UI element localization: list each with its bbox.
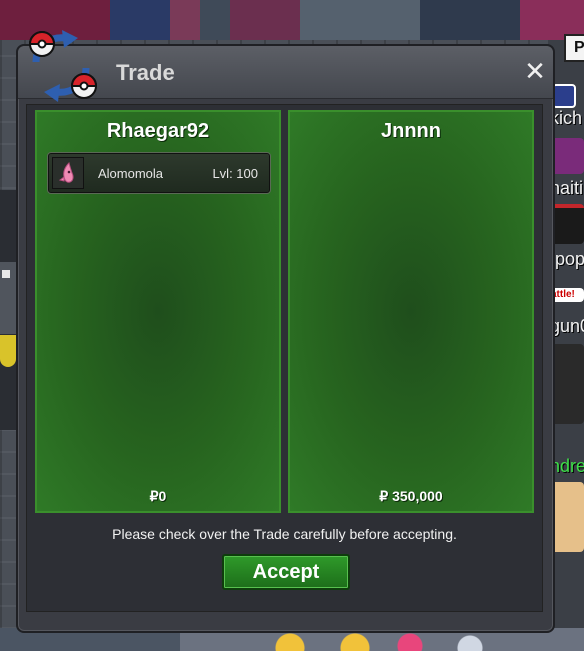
offer-item-slot[interactable]: Alomomola Lvl: 100 — [47, 152, 271, 194]
partner-player-name: Jnnnn — [381, 120, 441, 142]
npc-sprite — [551, 138, 584, 174]
pokeball-icon — [70, 73, 98, 99]
player-name-tag: .pop — [550, 249, 584, 269]
npc-sprite — [551, 482, 584, 552]
accept-button[interactable]: Accept — [222, 554, 350, 590]
battle-tag: attle! — [551, 288, 584, 302]
pokeball-icon — [28, 31, 56, 57]
npc-sprite — [551, 344, 584, 424]
close-icon[interactable]: ✕ — [523, 59, 547, 85]
pokemon-sprite-icon — [52, 157, 84, 189]
player-badge-icon — [552, 84, 576, 108]
trade-content: Rhaegar92 Alomomola Lvl: 100 ₽0 Jnnnn ₽ … — [26, 104, 543, 612]
partner-offer-panel: Jnnnn ₽ 350,000 — [288, 110, 534, 513]
trade-pokeball-arrows-icon — [28, 30, 98, 102]
player-name-tag: naiti — [550, 178, 584, 198]
pokemon-level: Lvl: 100 — [212, 166, 258, 181]
map-marker — [2, 270, 10, 278]
trade-window: Trade ✕ Rhaegar92 Alomomola Lvl: 100 ₽0 … — [16, 44, 555, 633]
alomomola-icon — [58, 162, 74, 183]
own-player-name: Rhaegar92 — [106, 120, 210, 142]
player-name-tag: kich — [550, 108, 583, 128]
player-name-tag: ndre — [550, 456, 584, 476]
trade-notice: Please check over the Trade carefully be… — [112, 526, 457, 542]
partner-money-offer: ₽ 350,000 — [379, 488, 443, 504]
trade-title: Trade — [116, 60, 175, 85]
own-offer-panel: Rhaegar92 Alomomola Lvl: 100 ₽0 — [35, 110, 281, 513]
side-box-label: P — [564, 34, 584, 62]
pokemon-name: Alomomola — [98, 166, 164, 181]
npc-sprite — [551, 204, 584, 244]
player-name-tag: gun0 — [550, 316, 584, 336]
npc-sprite — [0, 335, 16, 367]
own-money-offer: ₽0 — [149, 488, 167, 504]
